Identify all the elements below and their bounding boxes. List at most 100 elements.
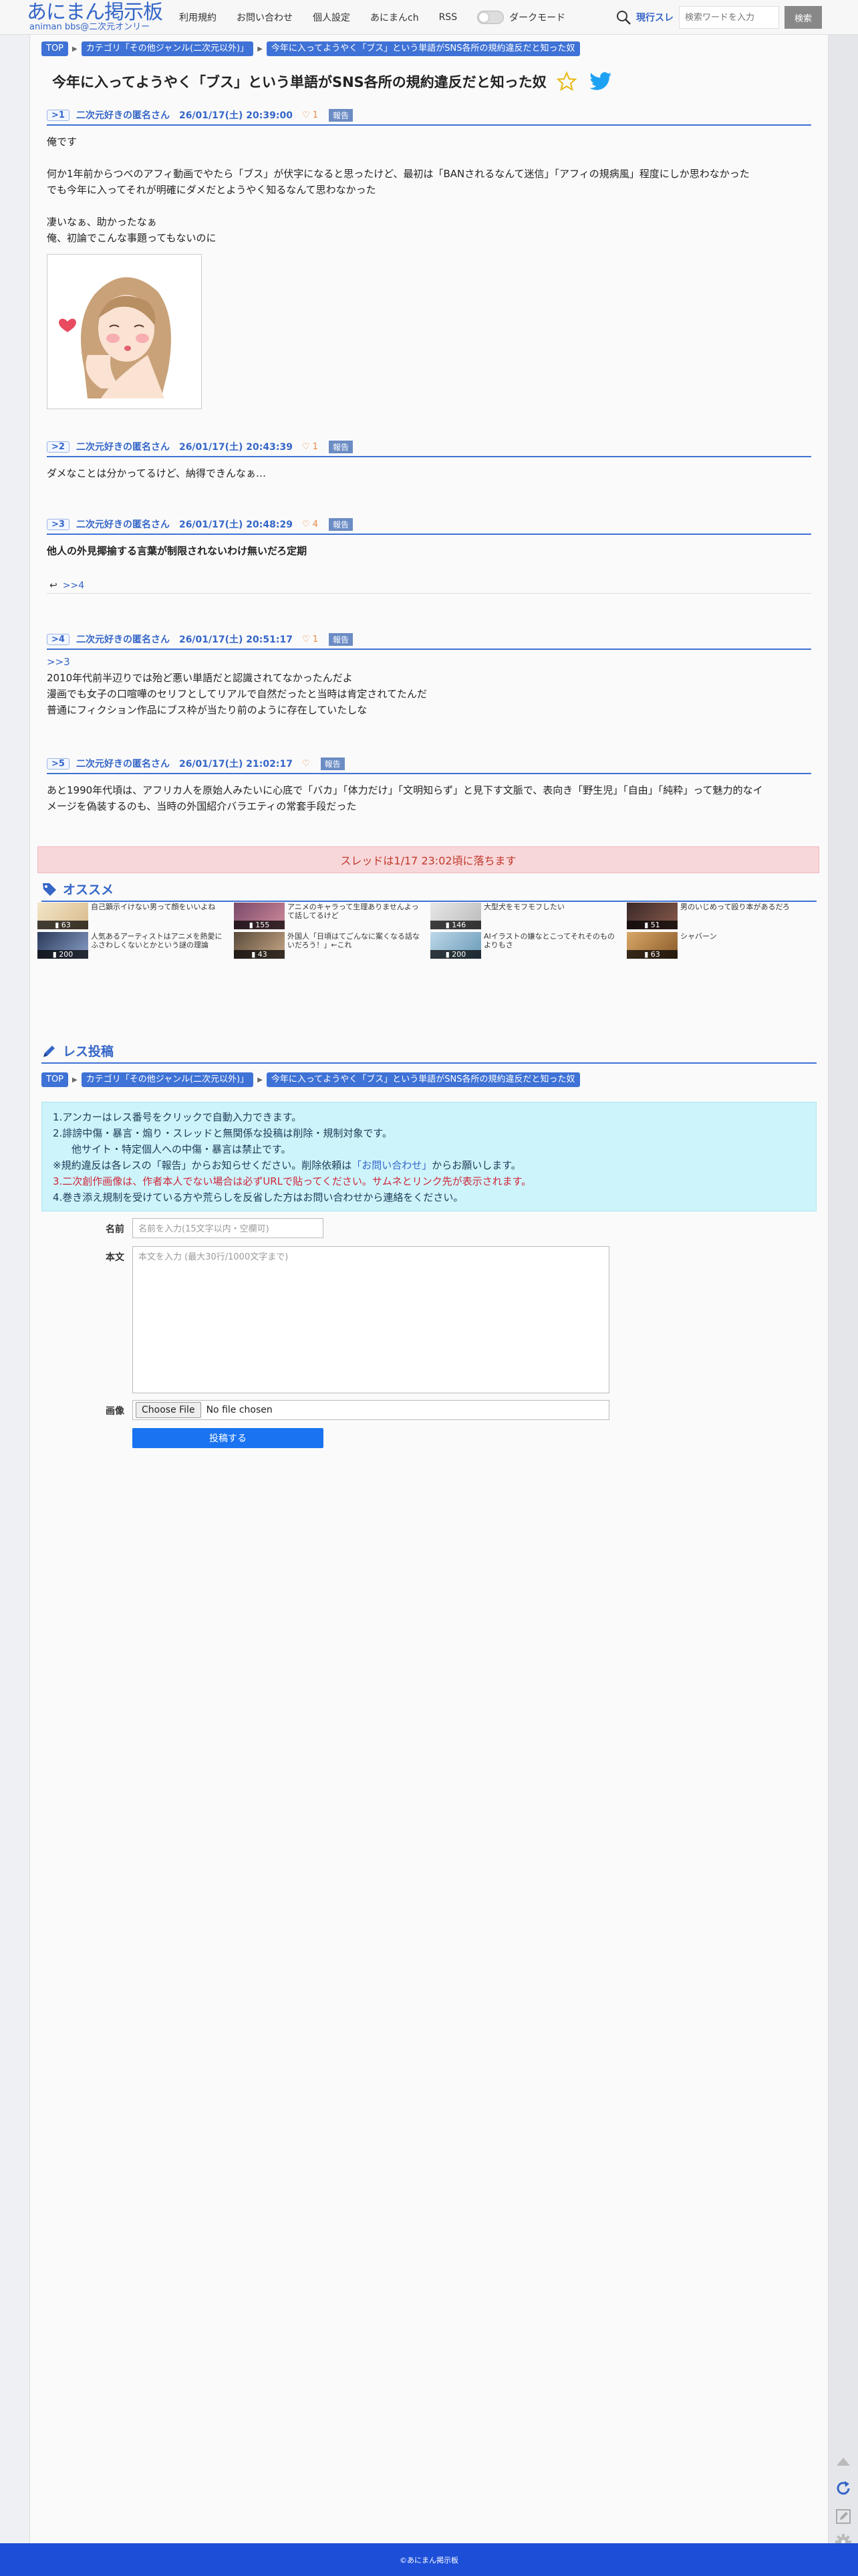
site-header: あにまん掲示板 animan bbs@二次元オンリー 利用規約 お問い合わせ 個… <box>0 0 858 35</box>
rule-line: 3.二次創作画像は、作者本人でない場合は必ずURLで貼ってください。サムネとリン… <box>53 1175 532 1187</box>
post-number[interactable]: >2 <box>47 441 69 453</box>
reply-count: ▮ 200 <box>37 950 88 959</box>
recommend-title: 男のいじめって殴り本があるだろ <box>680 903 790 911</box>
post-header: >4 二次元好きの匿名さん 26/01/17(土) 20:51:17 ♡ 1 報… <box>47 632 811 650</box>
recommend-item[interactable]: ▮ 200 AIイラストの嫌なとこってそれそのものよりもさ <box>430 932 624 959</box>
submit-button[interactable]: 投稿する <box>132 1428 323 1448</box>
post-number[interactable]: >3 <box>47 518 69 530</box>
reply-count: ▮ 63 <box>37 921 88 929</box>
reply-anchor: >>4 <box>62 580 85 591</box>
posting-rules-notice: 1.アンカーはレス番号をクリックで自動入力できます。 2.誹謗中傷・暴言・煽り・… <box>41 1102 817 1211</box>
favorite-star-icon[interactable] <box>556 71 577 92</box>
rule-line: 1.アンカーはレス番号をクリックで自動入力できます。 <box>53 1111 302 1123</box>
breadcrumb-thread[interactable]: 今年に入ってようやく「ブス」という単語がSNS各所の規約違反だと知った奴 <box>266 41 580 56</box>
report-button[interactable]: 報告 <box>329 632 353 646</box>
anime-girl-kiss-illustration <box>47 255 201 408</box>
search-input[interactable] <box>679 6 779 29</box>
breadcrumb-category[interactable]: カテゴリ「その他ジャンル(二次元以外)」 <box>81 41 254 56</box>
dark-mode-toggle[interactable] <box>477 11 505 24</box>
post-2: >2 二次元好きの匿名さん 26/01/17(土) 20:43:39 ♡ 1 報… <box>47 440 811 481</box>
image-file-input[interactable]: Choose File No file chosen <box>132 1400 609 1420</box>
recommend-item[interactable]: ▮ 63 シャバーン <box>627 932 821 959</box>
like-button[interactable]: ♡ 1 <box>302 110 318 120</box>
post-date: 26/01/17(土) 20:51:17 <box>178 634 293 645</box>
nav-terms[interactable]: 利用規約 <box>179 11 217 24</box>
like-button[interactable]: ♡ 1 <box>302 634 318 645</box>
body-textarea[interactable]: 本文を入力 (最大30行/1000文字まで) <box>132 1246 609 1393</box>
nav-rss[interactable]: RSS <box>439 12 458 23</box>
recommend-item[interactable]: ▮ 43 外国人「日頃はてごんなに案くなる話ないだろう！」←これ <box>234 932 428 959</box>
twitter-bird-icon[interactable] <box>589 72 612 92</box>
reload-button[interactable] <box>831 2476 855 2500</box>
reply-count: ▮ 146 <box>430 921 481 929</box>
like-button[interactable]: ♡ 1 <box>302 442 318 452</box>
reply-count-value: 200 <box>59 950 74 959</box>
file-status: No file chosen <box>206 1405 273 1415</box>
reply-link[interactable]: ↩ >>4 <box>47 578 811 594</box>
rule-text: ※規約違反は各レスの「報告」からお知らせください。削除依頼は <box>53 1159 352 1171</box>
nav-settings[interactable]: 個人設定 <box>313 11 350 24</box>
choose-file-button[interactable]: Choose File <box>136 1402 201 1418</box>
post-5: >5 二次元好きの匿名さん 26/01/17(土) 21:02:17 ♡ 報告 … <box>47 757 811 814</box>
contact-link[interactable]: 「お問い合わせ」 <box>351 1159 432 1171</box>
like-button[interactable]: ♡ 4 <box>302 519 318 530</box>
recommend-item[interactable]: ▮ 200 人気あるアーティストはアニメを熱愛にふさわしくないとかという謎の理論 <box>37 932 231 959</box>
name-field[interactable]: 名前を入力(15文字以内・空欄可) <box>132 1218 323 1238</box>
recommend-heading: オススメ <box>41 880 817 902</box>
recommend-item[interactable]: ▮ 146 大型犬をモフモフしたい <box>430 903 624 929</box>
breadcrumb-thread[interactable]: 今年に入ってようやく「ブス」という単語がSNS各所の規約違反だと知った奴 <box>266 1072 580 1087</box>
recommend-thumbnail: ▮ 63 <box>37 903 88 929</box>
reply-count: ▮ 43 <box>234 950 285 959</box>
poster-name: 二次元好きの匿名さん <box>76 442 170 453</box>
post-line: 2010年代前半辺りでは殆ど悪い単語だと認識されてなかったんだよ <box>47 672 353 684</box>
post-number-value: 1 <box>58 110 65 120</box>
post-number[interactable]: >1 <box>47 109 69 121</box>
report-button[interactable]: 報告 <box>329 517 353 531</box>
report-button[interactable]: 報告 <box>329 108 353 122</box>
breadcrumb-top[interactable]: TOP <box>41 41 69 56</box>
post-number[interactable]: >5 <box>47 757 69 770</box>
scroll-top-button[interactable] <box>831 2450 855 2474</box>
rule-line: 4.巻き添え規制を受けている方や荒らしを反省した方はお問い合わせから連絡をくださ… <box>53 1191 464 1203</box>
recommend-item[interactable]: ▮ 63 自己顕示イけない男って顔をいいよね <box>37 903 231 929</box>
recommend-title: オススメ <box>63 883 114 897</box>
report-button[interactable]: 報告 <box>329 440 353 453</box>
post-4: >4 二次元好きの匿名さん 26/01/17(土) 20:51:17 ♡ 1 報… <box>47 632 811 718</box>
quote-anchor[interactable]: >>3 <box>47 654 811 670</box>
like-button[interactable]: ♡ <box>302 759 310 769</box>
body-label: 本文 <box>106 1252 124 1263</box>
reply-count-value: 51 <box>650 921 660 929</box>
post-3: >3 二次元好きの匿名さん 26/01/17(土) 20:48:29 ♡ 4 報… <box>47 517 811 594</box>
site-footer: ©あにまん掲示板 <box>0 2543 858 2576</box>
like-count: 1 <box>312 110 319 120</box>
rule-text: からお願いします。 <box>432 1159 521 1171</box>
reply-count: ▮ 63 <box>627 950 678 959</box>
recommend-item[interactable]: ▮ 155 アニメのキャラって生理ありませんよって話してるけど <box>234 903 428 929</box>
site-logo[interactable]: あにまん掲示板 animan bbs@二次元オンリー <box>27 1 167 33</box>
breadcrumb-category[interactable]: カテゴリ「その他ジャンル(二次元以外)」 <box>81 1072 254 1087</box>
heart-icon: ♡ <box>301 441 310 452</box>
post-body: 俺です 何か1年前からつべのアフィ動画でやたら「ブス」が伏字になると思ったけど、… <box>47 134 811 409</box>
nav-animanch[interactable]: あにまんch <box>370 11 419 24</box>
top-nav: 利用規約 お問い合わせ 個人設定 あにまんch RSS ダークモード <box>179 0 565 35</box>
write-button[interactable] <box>831 2504 855 2529</box>
post-line: でも今年に入ってそれが明確にダメだとようやく知るなんて思わなかった <box>47 184 376 196</box>
rule-line: 2.誹謗中傷・暴言・煽り・スレッドと無関係な投稿は削除・規制対象です。 <box>53 1127 392 1139</box>
post-image[interactable] <box>47 254 202 409</box>
recommend-item[interactable]: ▮ 51 男のいじめって殴り本があるだろ <box>627 903 821 929</box>
post-number[interactable]: >4 <box>47 633 69 645</box>
right-gutter <box>829 35 858 2543</box>
breadcrumb: TOP ▶ カテゴリ「その他ジャンル(二次元以外)」 ▶ 今年に入ってようやく「… <box>41 41 580 56</box>
pencil-icon <box>43 1045 55 1057</box>
report-button[interactable]: 報告 <box>320 757 345 770</box>
reply-count: ▮ 200 <box>430 950 481 959</box>
search-scope[interactable]: 現行スレ <box>636 11 674 24</box>
search-button[interactable]: 検索 <box>784 6 822 29</box>
arrow-up-icon <box>837 2458 850 2466</box>
breadcrumb-top[interactable]: TOP <box>41 1072 69 1087</box>
nav-contact[interactable]: お問い合わせ <box>237 11 293 24</box>
breadcrumb-separator: ▶ <box>257 45 263 53</box>
recommend-thumbnail: ▮ 200 <box>37 932 88 959</box>
logo-subtitle: animan bbs@二次元オンリー <box>29 22 150 32</box>
poster-name: 二次元好きの匿名さん <box>76 110 170 121</box>
